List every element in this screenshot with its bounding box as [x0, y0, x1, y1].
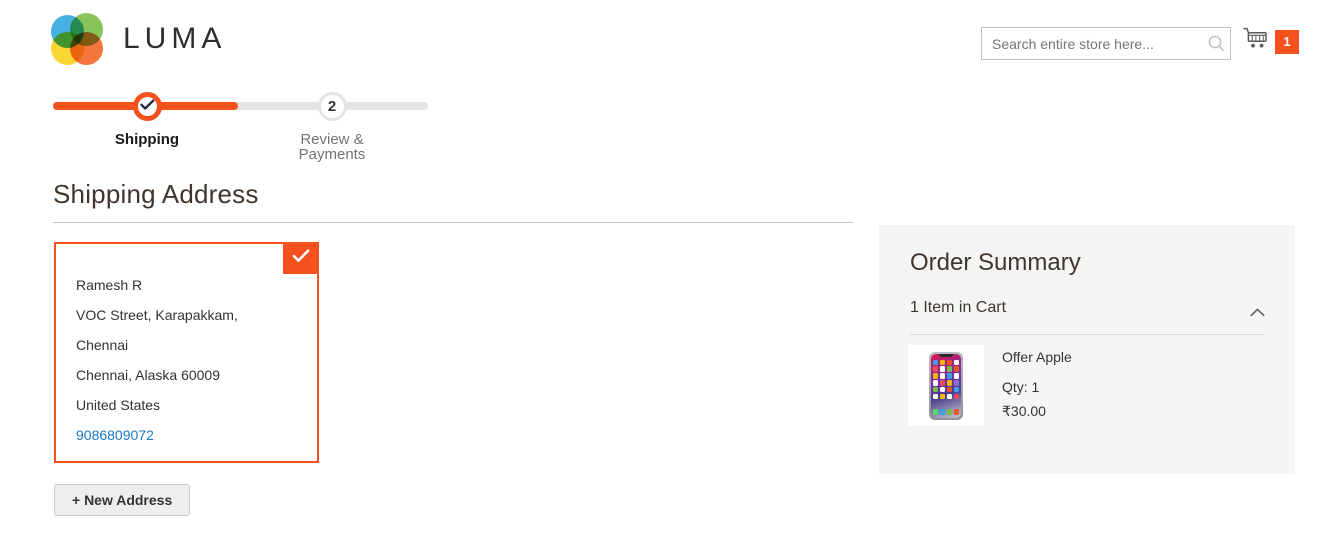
site-header: LUMA Search entire store here... 1: [0, 0, 1325, 80]
order-summary-title: Order Summary: [910, 249, 1081, 276]
checkout-progress-bar: Shipping 2 Review & Payments: [53, 92, 428, 162]
address-selected-check-badge: [283, 242, 319, 274]
cart-item-row: Offer Apple Qty: 1 ₹30.00: [908, 345, 1072, 426]
product-thumbnail: [908, 345, 984, 426]
address-line-name: Ramesh R: [76, 277, 143, 293]
address-line-country: United States: [76, 397, 161, 413]
address-lines: Ramesh R VOC Street, Karapakkam, Chennai…: [56, 244, 317, 450]
cart-item-qty: Qty: 1: [1002, 379, 1040, 395]
address-line-region: Chennai, Alaska 60009: [76, 367, 220, 383]
page-title: Shipping Address: [53, 179, 259, 209]
check-icon: [139, 98, 155, 116]
step-marker-shipping: [132, 92, 162, 121]
cart-item-details: Offer Apple Qty: 1 ₹30.00: [1002, 345, 1072, 426]
cart-count-badge: 1: [1275, 29, 1299, 54]
items-in-cart-label: 1 Item in Cart: [910, 299, 1007, 316]
progress-step-review-payments[interactable]: 2 Review & Payments: [272, 92, 392, 162]
shipping-address-card[interactable]: Ramesh R VOC Street, Karapakkam, Chennai…: [54, 242, 319, 463]
address-line-phone[interactable]: 9086809072: [76, 420, 317, 450]
step-label-shipping: Shipping: [114, 131, 180, 148]
cart-item-price: ₹30.00: [1002, 403, 1046, 419]
luma-logo[interactable]: LUMA: [51, 13, 226, 65]
address-line-city: Chennai: [76, 337, 129, 353]
search-box[interactable]: [981, 27, 1231, 60]
step-marker-review-payments: 2: [317, 92, 347, 121]
section-divider: [53, 222, 853, 223]
chevron-up-icon[interactable]: [1250, 304, 1265, 322]
iphone-x-icon: [929, 351, 963, 420]
order-summary-panel: Order Summary 1 Item in Cart Offer Apple…: [879, 225, 1295, 474]
new-address-button[interactable]: + New Address: [54, 484, 191, 516]
brand-name: LUMA: [123, 22, 227, 55]
logo-center-hole: [67, 29, 100, 62]
search-icon[interactable]: [1202, 35, 1230, 52]
cart-item-name: Offer Apple: [1002, 349, 1072, 365]
luma-logo-mark: [51, 13, 103, 65]
mini-cart[interactable]: 1: [1243, 27, 1299, 56]
check-icon: [292, 249, 310, 268]
address-line-street: VOC Street, Karapakkam,: [76, 307, 238, 323]
progress-step-shipping[interactable]: Shipping: [87, 92, 207, 147]
step-label-review-payments: Review & Payments: [298, 131, 366, 163]
search-input[interactable]: [982, 35, 1202, 52]
step-number: 2: [327, 98, 337, 115]
items-in-cart-header[interactable]: 1 Item in Cart: [910, 299, 1265, 335]
checkout-page: LUMA Search entire store here... 1 Shipp…: [0, 0, 1325, 544]
shopping-cart-icon[interactable]: [1243, 27, 1269, 56]
